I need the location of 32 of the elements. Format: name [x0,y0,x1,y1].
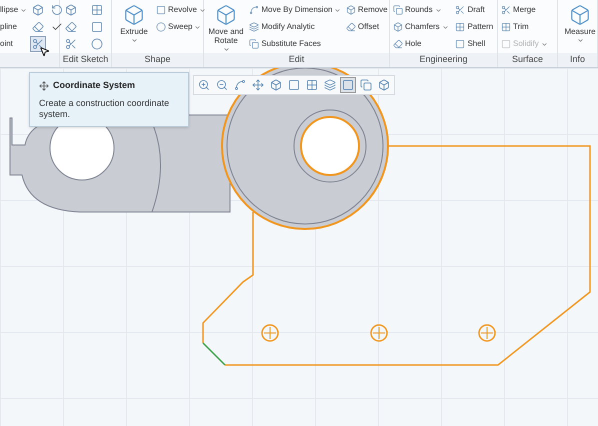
tooltip-title: Coordinate System [53,79,136,92]
tool-button[interactable]: Revolve [156,2,206,18]
group-label: Surface [512,53,544,66]
tooltip-text: Create a construction coordinate system. [39,98,170,120]
tool-button[interactable]: Hole [393,36,452,52]
tool-button[interactable]: Shell [455,36,497,52]
tool-button[interactable]: oint [0,36,28,52]
group-label: Edit Sketch [62,53,108,66]
large-tool-button[interactable]: Extrude [115,2,153,54]
tool-button[interactable]: Pattern [455,19,497,36]
tool-button[interactable]: Substitute Faces [249,36,343,52]
tool-button[interactable]: Rounds [393,2,452,18]
tool-button[interactable]: Draft [455,2,497,18]
tool-button[interactable]: Offset [346,19,389,36]
tool-label: Move and Rotate [207,27,245,45]
group-label: Info [570,53,585,66]
tool-button[interactable]: Sweep [156,19,206,36]
large-tool-button[interactable]: Measure [561,2,598,54]
tool-button[interactable]: llipse [0,2,28,18]
group-label: Engineering [419,53,468,66]
tool-button[interactable]: pline [0,19,28,36]
tool-button[interactable]: Trim [501,19,557,36]
group-label: Shape [144,53,171,66]
tool-label: Extrude [120,27,148,36]
tool-button[interactable]: Remove [346,2,389,18]
tool-label: Measure [564,27,596,36]
tool-button[interactable]: Merge [501,2,557,18]
tool-button[interactable]: Chamfers [393,19,452,36]
tool-button[interactable]: Move By Dimension [249,2,343,18]
large-tool-button[interactable]: Move and Rotate [207,2,245,54]
group-label: Edit [288,53,304,66]
tool-button[interactable]: Modify Analytic [249,19,343,36]
